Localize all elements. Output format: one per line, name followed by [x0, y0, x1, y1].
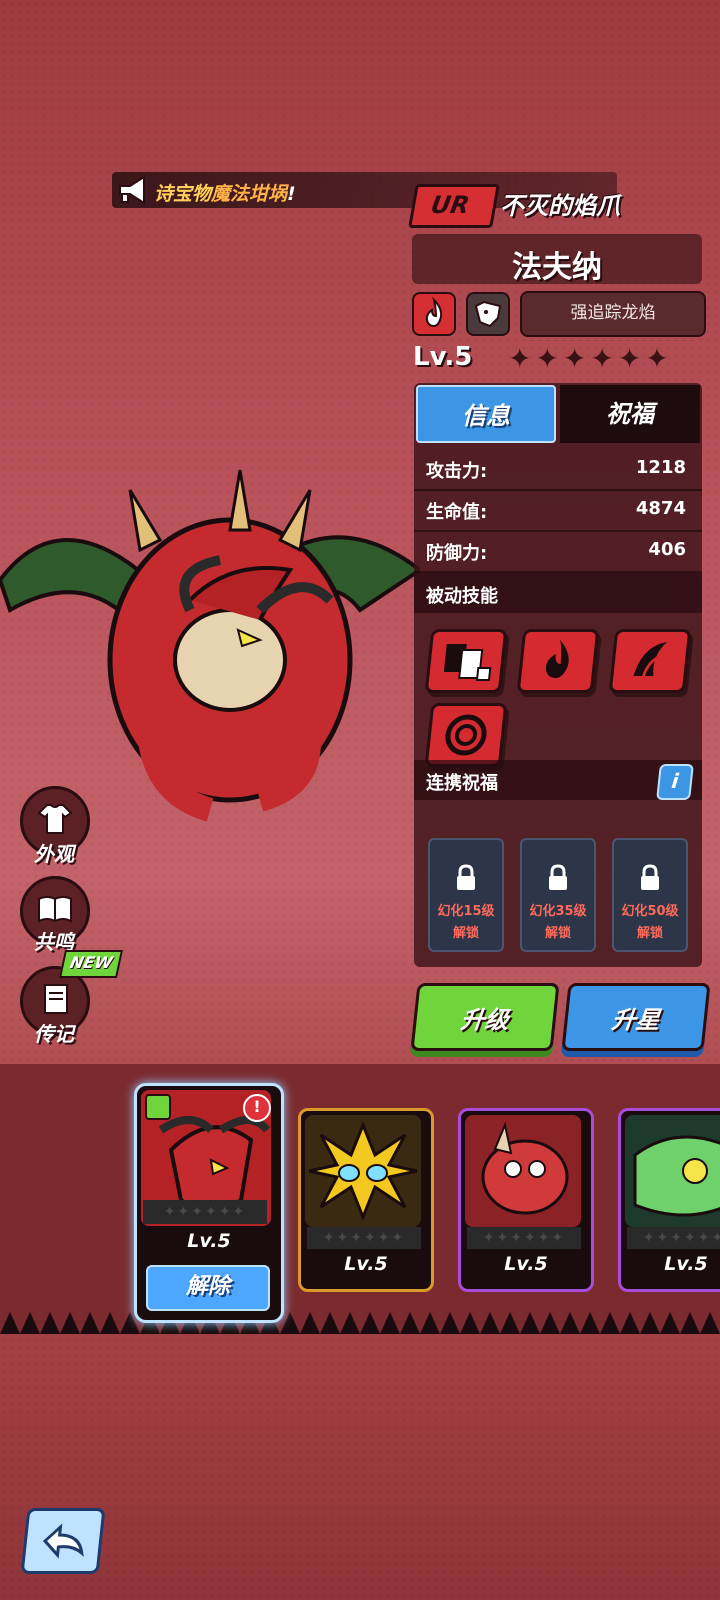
passive-skill-vortex-icon[interactable]	[424, 703, 508, 767]
passive-skills-header: 被动技能	[414, 573, 702, 613]
beast-type-icon[interactable]	[466, 292, 510, 336]
lock-icon	[457, 864, 475, 890]
hero-name: 法夫纳	[512, 250, 602, 285]
hero-portrait	[305, 1115, 421, 1227]
book-icon	[38, 896, 72, 923]
roster-card[interactable]: ✦✦✦✦✦✦ Lv.5	[298, 1108, 434, 1292]
rarity-badge: UR	[408, 184, 500, 228]
stat-label: 防御力:	[426, 543, 488, 564]
hero-portrait	[465, 1115, 581, 1227]
roster-stars: ✦✦✦✦✦✦	[143, 1200, 267, 1224]
bond-slot-locked[interactable]: 幻化15级 解锁	[428, 838, 504, 952]
lock-icon	[641, 864, 659, 890]
stat-row-attack: 攻击力: 1218	[414, 448, 702, 491]
alert-icon: !	[243, 1094, 271, 1122]
roster-level: Lv.5	[344, 1253, 388, 1275]
hero-level: Lv.5	[413, 342, 473, 372]
passive-skill-claw-icon[interactable]	[608, 629, 692, 693]
shirt-icon	[37, 804, 73, 834]
lock-icon	[549, 864, 567, 890]
roster-level: Lv.5	[187, 1230, 231, 1252]
bond-blessing-header: 连携祝福 i	[414, 760, 702, 800]
weapon-name: 不灭的焰爪	[500, 192, 620, 220]
bond-slot-locked[interactable]: 幻化35级 解锁	[520, 838, 596, 952]
megaphone-icon	[119, 175, 145, 205]
skill-tag[interactable]: 强追踪龙焰	[520, 291, 706, 337]
hero-name-box: 法夫纳	[412, 234, 702, 285]
roster-stars: ✦✦✦✦✦✦	[307, 1227, 421, 1249]
roster-stars: ✦✦✦✦✦✦	[627, 1227, 720, 1249]
journal-icon	[44, 984, 68, 1014]
side-menu-label: 传记	[34, 1022, 74, 1046]
side-menu-label: 外观	[34, 842, 74, 866]
spike-border	[0, 1312, 720, 1334]
stat-value: 4874	[635, 498, 686, 519]
new-badge: NEW	[59, 950, 123, 978]
dragon-hero-artwork	[0, 469, 420, 822]
stat-label: 生命值:	[426, 502, 488, 523]
info-icon[interactable]: i	[656, 764, 694, 800]
back-arrow-icon	[42, 1523, 84, 1559]
stat-value: 1218	[635, 457, 686, 478]
upgrade-button[interactable]: 升级	[410, 983, 560, 1051]
fire-element-icon[interactable]	[412, 292, 456, 336]
roster-card[interactable]: ✦✦✦✦✦✦ Lv.5	[618, 1108, 720, 1292]
roster-card[interactable]: ✦✦✦✦✦✦ Lv.5	[458, 1108, 594, 1292]
stat-label: 攻击力:	[426, 461, 488, 482]
team-member-icon	[145, 1094, 171, 1120]
passive-skill-flame-icon[interactable]	[516, 629, 600, 693]
passive-skill-cards-icon[interactable]	[424, 629, 508, 693]
roster-stars: ✦✦✦✦✦✦	[467, 1227, 581, 1249]
stat-row-hp: 生命值: 4874	[414, 489, 702, 532]
stat-row-defense: 防御力: 406	[414, 530, 702, 573]
tab-blessing[interactable]: 祝福	[560, 385, 700, 443]
back-button[interactable]	[20, 1508, 106, 1574]
announcement-text: 诗宝物魔法坩埚!	[154, 183, 296, 205]
hero-stars: ✦✦✦✦✦✦	[508, 342, 673, 375]
hero-portrait	[625, 1115, 720, 1227]
star-up-button[interactable]: 升星	[561, 983, 711, 1051]
remove-button[interactable]: 解除	[146, 1265, 270, 1311]
tab-info[interactable]: 信息	[416, 385, 556, 443]
stat-value: 406	[648, 539, 686, 560]
roster-level: Lv.5	[504, 1253, 548, 1275]
roster-level: Lv.5	[664, 1253, 708, 1275]
bond-slot-locked[interactable]: 幻化50级 解锁	[612, 838, 688, 952]
